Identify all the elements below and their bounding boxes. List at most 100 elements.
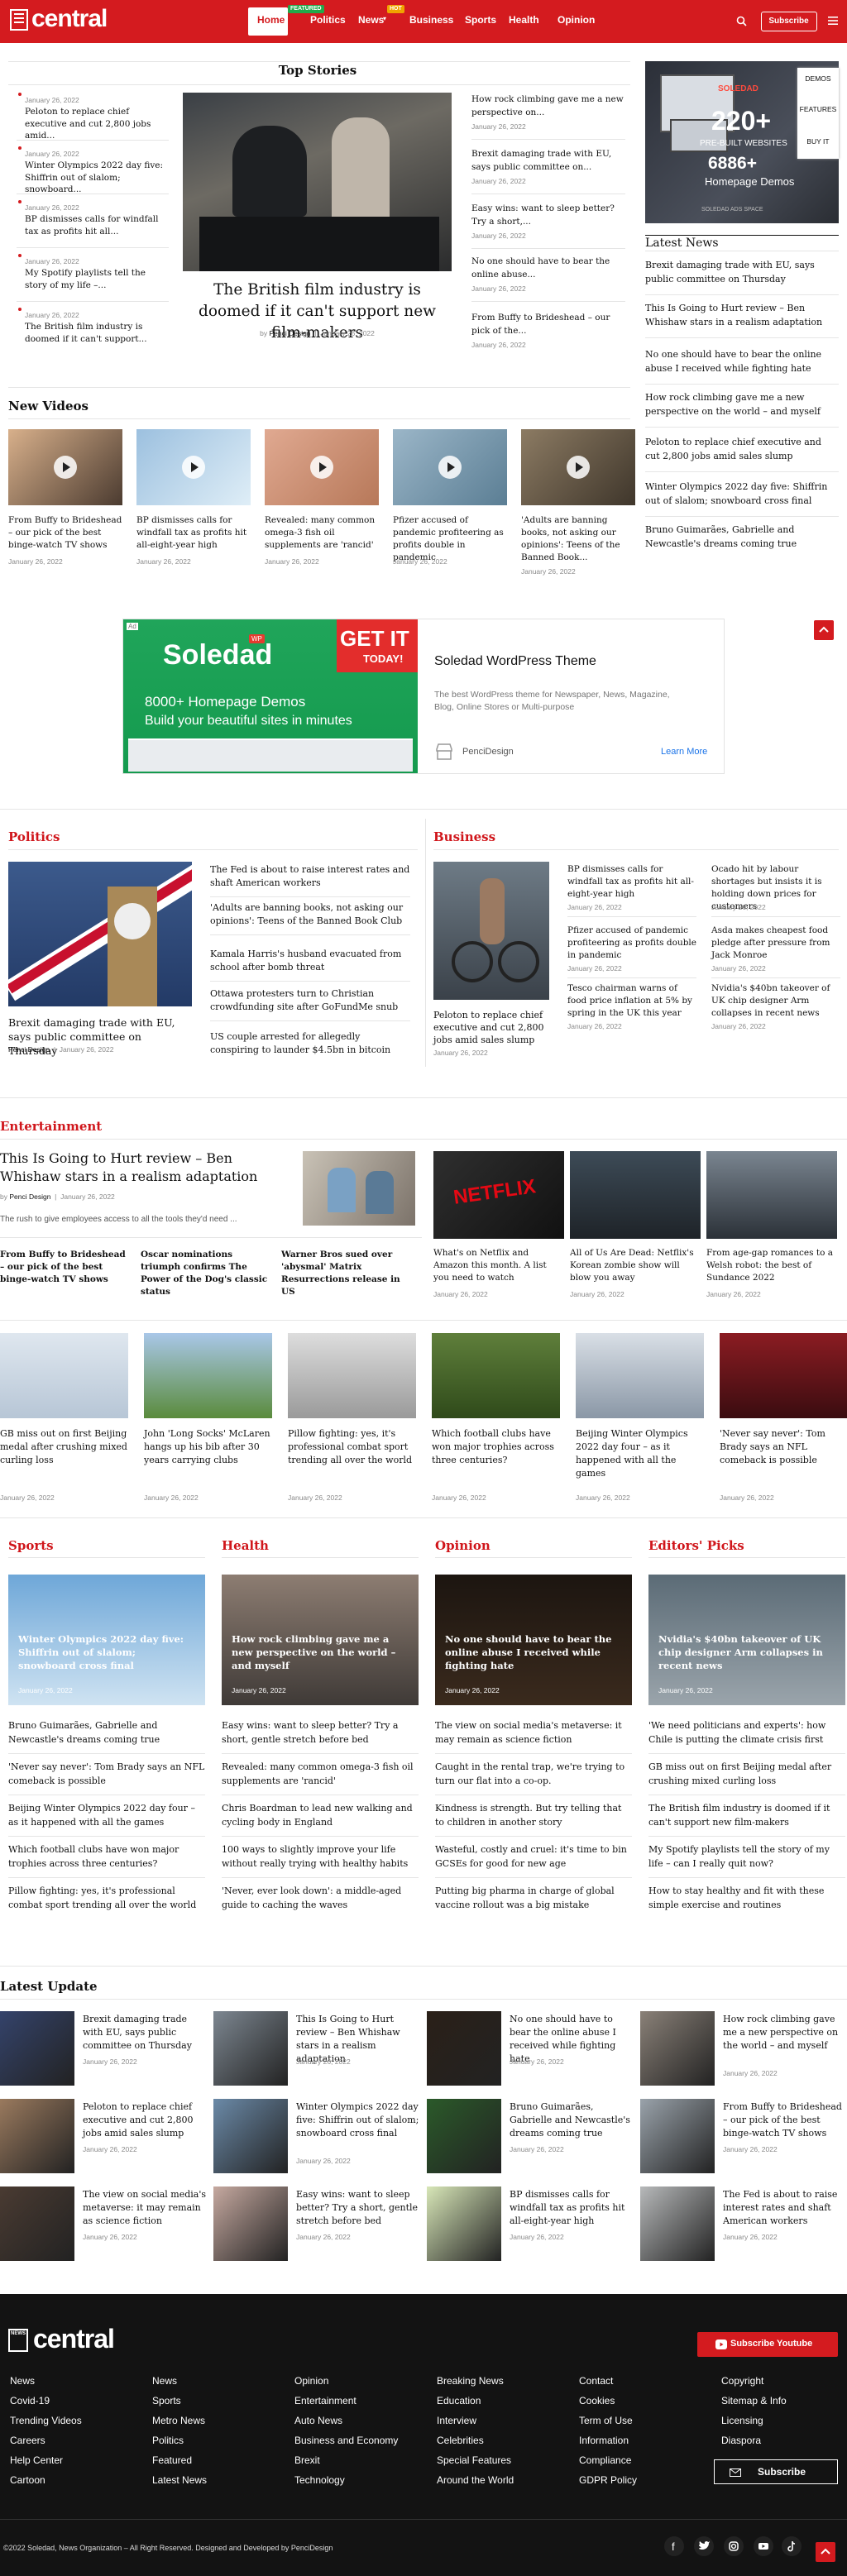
update-title[interactable]: BP dismisses calls for windfall tax as p… [510, 2188, 634, 2228]
latest-news-item[interactable]: Peloton to replace chief executive and c… [645, 435, 839, 463]
footer-link[interactable]: Sitemap & Info [721, 2395, 787, 2406]
politics-list-item[interactable]: The Fed is about to raise interest rates… [210, 863, 410, 890]
update-image[interactable] [640, 2099, 715, 2173]
learn-more-link[interactable]: Learn More [661, 747, 707, 757]
category-list-item[interactable]: 100 ways to slightly improve your life w… [222, 1842, 419, 1871]
card-image[interactable] [144, 1333, 272, 1418]
story-title[interactable]: My Spotify playlists tell the story of m… [25, 267, 167, 291]
footer-link[interactable]: Around the World [437, 2474, 514, 2486]
ent-card-image[interactable] [570, 1151, 701, 1239]
card-title[interactable]: Pillow fighting: yes, it's professional … [288, 1427, 420, 1467]
story-title[interactable]: From Buffy to Brideshead – our pick of t… [471, 311, 625, 337]
nav-news[interactable]: News [358, 14, 384, 26]
ent-card-title[interactable]: All of Us Are Dead: Netflix's Korean zom… [570, 1247, 701, 1284]
category-list-item[interactable]: Putting big pharma in charge of global v… [435, 1884, 632, 1912]
update-image[interactable] [640, 2186, 715, 2261]
latest-news-item[interactable]: How rock climbing gave me a new perspect… [645, 390, 839, 418]
card-image[interactable] [0, 1333, 128, 1418]
update-image[interactable] [427, 2099, 501, 2173]
category-list-item[interactable]: Wasteful, costly and cruel: it's time to… [435, 1842, 632, 1871]
tiktok-icon[interactable] [781, 2535, 802, 2557]
business-main-title[interactable]: Peloton to replace chief executive and c… [433, 1009, 549, 1046]
video-title[interactable]: Revealed: many common omega-3 fish oil s… [265, 514, 380, 552]
latest-news-item[interactable]: This Is Going to Hurt review – Ben Whish… [645, 301, 839, 329]
footer-link[interactable]: Careers [10, 2435, 45, 2446]
card-title[interactable]: Beijing Winter Olympics 2022 day four – … [576, 1427, 708, 1480]
footer-link[interactable]: Trending Videos [10, 2415, 82, 2426]
update-title[interactable]: Brexit damaging trade with EU, says publ… [83, 2013, 207, 2053]
business-item-title[interactable]: BP dismisses calls for windfall tax as p… [567, 863, 696, 901]
category-feature-image[interactable]: Nvidia's $40bn takeover of UK chip desig… [648, 1575, 845, 1705]
business-item-title[interactable]: Tesco chairman warns of food price infla… [567, 982, 696, 1020]
update-image[interactable] [640, 2011, 715, 2086]
footer-link[interactable]: Diaspora [721, 2435, 761, 2446]
category-list-item[interactable]: How to stay healthy and fit with these s… [648, 1884, 845, 1912]
ent-small-title[interactable]: Warner Bros sued over 'abysmal' Matrix R… [281, 1249, 414, 1298]
video-title[interactable]: BP dismisses calls for windfall tax as p… [136, 514, 252, 552]
update-image[interactable] [213, 2011, 288, 2086]
footer-link[interactable]: Covid-19 [10, 2395, 50, 2406]
story-title[interactable]: Brexit damaging trade with EU, says publ… [471, 147, 625, 174]
footer-link[interactable]: Licensing [721, 2415, 763, 2426]
footer-link[interactable]: Cookies [579, 2395, 615, 2406]
footer-link[interactable]: Breaking News [437, 2375, 504, 2387]
footer-logo[interactable]: central [33, 2324, 115, 2354]
play-icon[interactable] [438, 456, 462, 479]
card-image[interactable] [432, 1333, 560, 1418]
ent-main-title[interactable]: This Is Going to Hurt review – Ben Whish… [0, 1149, 290, 1186]
card-image[interactable] [576, 1333, 704, 1418]
update-image[interactable] [0, 2099, 74, 2173]
politics-list-item[interactable]: US couple arrested for allegedly conspir… [210, 1030, 410, 1057]
footer-link[interactable]: Politics [152, 2435, 184, 2446]
latest-news-item[interactable]: Winter Olympics 2022 day five: Shiffrin … [645, 480, 839, 508]
story-title[interactable]: Easy wins: want to sleep better? Try a s… [471, 202, 625, 228]
feature-image[interactable] [183, 93, 452, 271]
play-icon[interactable] [182, 456, 205, 479]
category-list-item[interactable]: Kindness is strength. But try telling th… [435, 1801, 632, 1829]
story-title[interactable]: Winter Olympics 2022 day five: Shiffrin … [25, 160, 167, 196]
footer-link[interactable]: Business and Economy [294, 2435, 398, 2446]
play-icon[interactable] [310, 456, 333, 479]
ent-main-image[interactable] [303, 1151, 415, 1226]
update-title[interactable]: Peloton to replace chief executive and c… [83, 2100, 207, 2140]
update-image[interactable] [427, 2011, 501, 2086]
nav-business[interactable]: Business [409, 14, 453, 26]
ent-small-title[interactable]: Oscar nominations triumph confirms The P… [141, 1249, 273, 1298]
category-list-item[interactable]: GB miss out on first Beijing medal after… [648, 1760, 845, 1788]
category-list-item[interactable]: Caught in the rental trap, we're trying … [435, 1760, 632, 1788]
story-title[interactable]: How rock climbing gave me a new perspect… [471, 93, 625, 119]
footer-link[interactable]: Copyright [721, 2375, 763, 2387]
banner-ad[interactable]: Ad Soledad WP GET IT TODAY! 8000+ Homepa… [122, 619, 725, 774]
footer-link[interactable]: Entertainment [294, 2395, 357, 2406]
play-icon[interactable] [54, 456, 77, 479]
card-title[interactable]: 'Never say never': Tom Brady says an NFL… [720, 1427, 847, 1467]
story-title[interactable]: No one should have to bear the online ab… [471, 255, 625, 281]
site-logo[interactable]: central [31, 5, 108, 33]
category-list-item[interactable]: Bruno Guimarães, Gabrielle and Newcastle… [8, 1718, 205, 1747]
update-title[interactable]: The view on social media's metaverse: it… [83, 2188, 207, 2228]
footer-link[interactable]: Celebrities [437, 2435, 484, 2446]
subscribe-youtube-button[interactable]: Subscribe Youtube [697, 2332, 838, 2357]
latest-news-item[interactable]: No one should have to bear the online ab… [645, 347, 839, 375]
footer-link[interactable]: Help Center [10, 2454, 63, 2466]
footer-back-to-top-button[interactable] [816, 2542, 835, 2562]
video-thumbnail[interactable] [521, 429, 635, 505]
category-list-item[interactable]: 'Never, ever look down': a middle-aged g… [222, 1884, 419, 1912]
card-image[interactable] [288, 1333, 416, 1418]
menu-icon[interactable] [828, 16, 838, 26]
nav-politics[interactable]: Politics [310, 14, 346, 26]
footer-link[interactable]: Opinion [294, 2375, 328, 2387]
latest-news-item[interactable]: Bruno Guimarães, Gabrielle and Newcastle… [645, 523, 839, 551]
update-title[interactable]: How rock climbing gave me a new perspect… [723, 2013, 847, 2053]
update-title[interactable]: Winter Olympics 2022 day five: Shiffrin … [296, 2100, 420, 2140]
ent-card-title[interactable]: What's on Netflix and Amazon this month.… [433, 1247, 564, 1284]
video-title[interactable]: From Buffy to Brideshead – our pick of t… [8, 514, 124, 552]
footer-link[interactable]: Cartoon [10, 2474, 45, 2486]
ent-small-title[interactable]: From Buffy to Brideshead – our pick of t… [0, 1249, 132, 1286]
category-list-item[interactable]: Revealed: many common omega-3 fish oil s… [222, 1760, 419, 1788]
video-thumbnail[interactable] [265, 429, 379, 505]
ent-card-image[interactable] [706, 1151, 837, 1239]
footer-link[interactable]: Latest News [152, 2474, 207, 2486]
footer-link[interactable]: Compliance [579, 2454, 631, 2466]
category-feature-title[interactable]: No one should have to bear the online ab… [445, 1632, 622, 1672]
